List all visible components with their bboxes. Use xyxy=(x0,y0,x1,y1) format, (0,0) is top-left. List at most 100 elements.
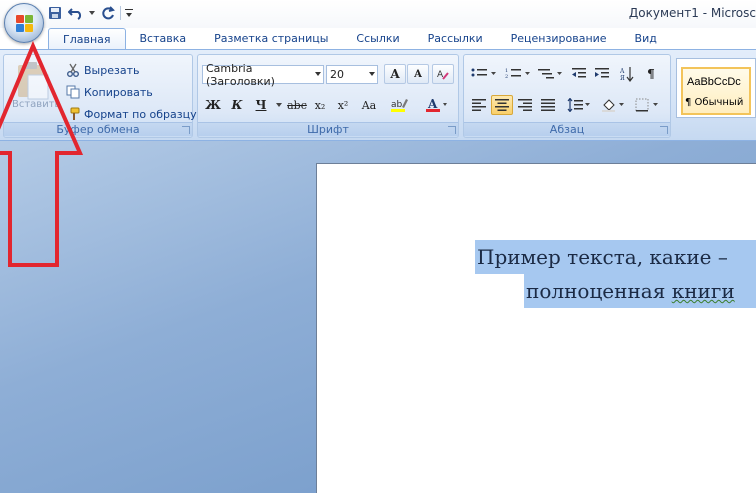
strikethrough-button[interactable]: abc xyxy=(286,95,308,115)
window-title: Документ1 - Microsc xyxy=(628,6,756,20)
selected-text-line-2[interactable]: полноценная книги xyxy=(524,274,756,308)
numbering-button[interactable]: 1 2 xyxy=(502,64,534,84)
sort-icon: AЯ xyxy=(620,67,634,82)
clear-formatting-button[interactable]: A xyxy=(432,64,454,84)
clipboard-launcher[interactable] xyxy=(182,126,190,134)
redo-icon xyxy=(102,6,115,20)
underline-button[interactable]: Ч xyxy=(250,95,272,115)
format-painter-icon xyxy=(70,107,80,120)
document-page[interactable]: Пример текста, какие – полноценная книги xyxy=(316,163,756,493)
tab-review[interactable]: Рецензирование xyxy=(497,28,621,50)
copy-button[interactable]: Копировать xyxy=(66,83,153,101)
style-normal[interactable]: AaBbCcDc ¶ Обычный xyxy=(681,67,751,115)
change-case-button[interactable]: Aa xyxy=(355,95,383,115)
copy-label: Копировать xyxy=(84,85,153,99)
customize-icon xyxy=(125,9,133,17)
tab-references[interactable]: Ссылки xyxy=(342,28,413,50)
tab-view[interactable]: Вид xyxy=(621,28,671,50)
font-color-button[interactable]: A xyxy=(422,95,452,115)
grow-font-button[interactable]: A xyxy=(384,64,406,84)
shrink-font-icon: A xyxy=(414,68,422,80)
align-center-icon xyxy=(495,99,509,111)
redo-button[interactable] xyxy=(99,4,117,22)
paste-icon xyxy=(18,62,49,100)
bullets-button[interactable] xyxy=(468,64,500,84)
increase-indent-icon xyxy=(595,68,609,78)
align-right-icon xyxy=(518,99,532,111)
align-left-icon xyxy=(472,99,486,111)
decrease-indent-button[interactable] xyxy=(568,64,590,84)
ribbon: Вставить Вырезать Копировать Формат по о… xyxy=(0,49,756,141)
paragraph-launcher[interactable] xyxy=(660,126,668,134)
undo-icon xyxy=(68,8,82,20)
tab-insert[interactable]: Вставка xyxy=(126,28,201,50)
clear-formatting-icon: A xyxy=(437,70,449,80)
grow-font-icon: A xyxy=(390,67,400,81)
justify-icon xyxy=(541,99,555,111)
undo-dropdown[interactable] xyxy=(88,4,96,22)
scissors-icon xyxy=(67,63,79,77)
justify-button[interactable] xyxy=(537,95,559,115)
decrease-indent-icon xyxy=(572,68,586,78)
styles-gallery: AaBbCcDc ¶ Обычный xyxy=(676,58,756,118)
line-spacing-button[interactable] xyxy=(564,95,594,115)
font-launcher[interactable] xyxy=(448,126,456,134)
increase-indent-button[interactable] xyxy=(591,64,613,84)
sort-button[interactable]: AЯ xyxy=(616,64,638,84)
font-group: Cambria (Заголовки) 20 A A A Ж К Ч abc x… xyxy=(197,54,459,138)
clipboard-group-label: Буфер обмена xyxy=(4,122,192,136)
save-button[interactable] xyxy=(46,4,64,22)
chevron-down-icon xyxy=(89,11,95,15)
superscript-button[interactable]: x² xyxy=(332,95,354,115)
underline-dropdown[interactable] xyxy=(274,95,284,115)
paragraph-group: 1 2 AЯ ¶ Абзац xyxy=(463,54,671,138)
bold-button[interactable]: Ж xyxy=(202,95,224,115)
tab-mailings[interactable]: Рассылки xyxy=(414,28,497,50)
font-size-combo[interactable]: 20 xyxy=(326,65,378,84)
undo-button[interactable] xyxy=(67,4,85,22)
subscript-button[interactable]: x₂ xyxy=(309,95,331,115)
selected-text-line-1[interactable]: Пример текста, какие – xyxy=(475,240,756,274)
format-painter-button[interactable]: Формат по образцу xyxy=(66,105,197,123)
office-button[interactable] xyxy=(4,3,44,43)
quick-access-toolbar xyxy=(46,3,134,23)
paste-label: Вставить xyxy=(12,99,61,110)
borders-icon xyxy=(635,98,658,112)
customize-qat-button[interactable] xyxy=(124,4,134,22)
italic-button[interactable]: К xyxy=(226,95,248,115)
line-spacing-icon xyxy=(567,98,590,112)
font-group-label: Шрифт xyxy=(198,122,458,136)
style-sample-text: AaBbCcDc xyxy=(687,76,741,88)
align-center-button[interactable] xyxy=(491,95,513,115)
font-name-combo[interactable]: Cambria (Заголовки) xyxy=(202,62,324,88)
save-icon xyxy=(49,7,61,19)
highlight-button[interactable]: ab xyxy=(387,95,417,115)
shading-button[interactable] xyxy=(598,95,628,115)
paragraph-group-label: Абзац xyxy=(464,122,670,136)
cut-button[interactable]: Вырезать xyxy=(66,61,139,79)
svg-text:A: A xyxy=(620,68,625,75)
ribbon-tabs: Главная Вставка Разметка страницы Ссылки… xyxy=(48,28,671,50)
bullet-list-icon xyxy=(471,68,496,77)
svg-text:ab: ab xyxy=(391,100,403,110)
svg-text:2: 2 xyxy=(505,74,508,80)
align-right-button[interactable] xyxy=(514,95,536,115)
multilevel-list-button[interactable] xyxy=(536,64,566,84)
borders-button[interactable] xyxy=(632,95,662,115)
office-logo-icon xyxy=(16,15,34,33)
paint-bucket-icon xyxy=(602,99,624,112)
paste-button[interactable] xyxy=(12,61,52,119)
show-formatting-button[interactable]: ¶ xyxy=(640,64,662,84)
tab-home[interactable]: Главная xyxy=(48,28,126,50)
shrink-font-button[interactable]: A xyxy=(407,64,429,84)
qat-separator xyxy=(120,6,121,20)
tab-page-layout[interactable]: Разметка страницы xyxy=(200,28,342,50)
copy-icon xyxy=(66,85,80,99)
numbered-list-icon: 1 2 xyxy=(505,68,530,80)
svg-text:Я: Я xyxy=(620,75,625,82)
font-name-value: Cambria (Заголовки) xyxy=(206,61,275,88)
text-plain-part: полноценная xyxy=(526,279,672,303)
chevron-down-icon xyxy=(276,103,282,107)
style-normal-label: ¶ Обычный xyxy=(685,97,744,108)
align-left-button[interactable] xyxy=(468,95,490,115)
